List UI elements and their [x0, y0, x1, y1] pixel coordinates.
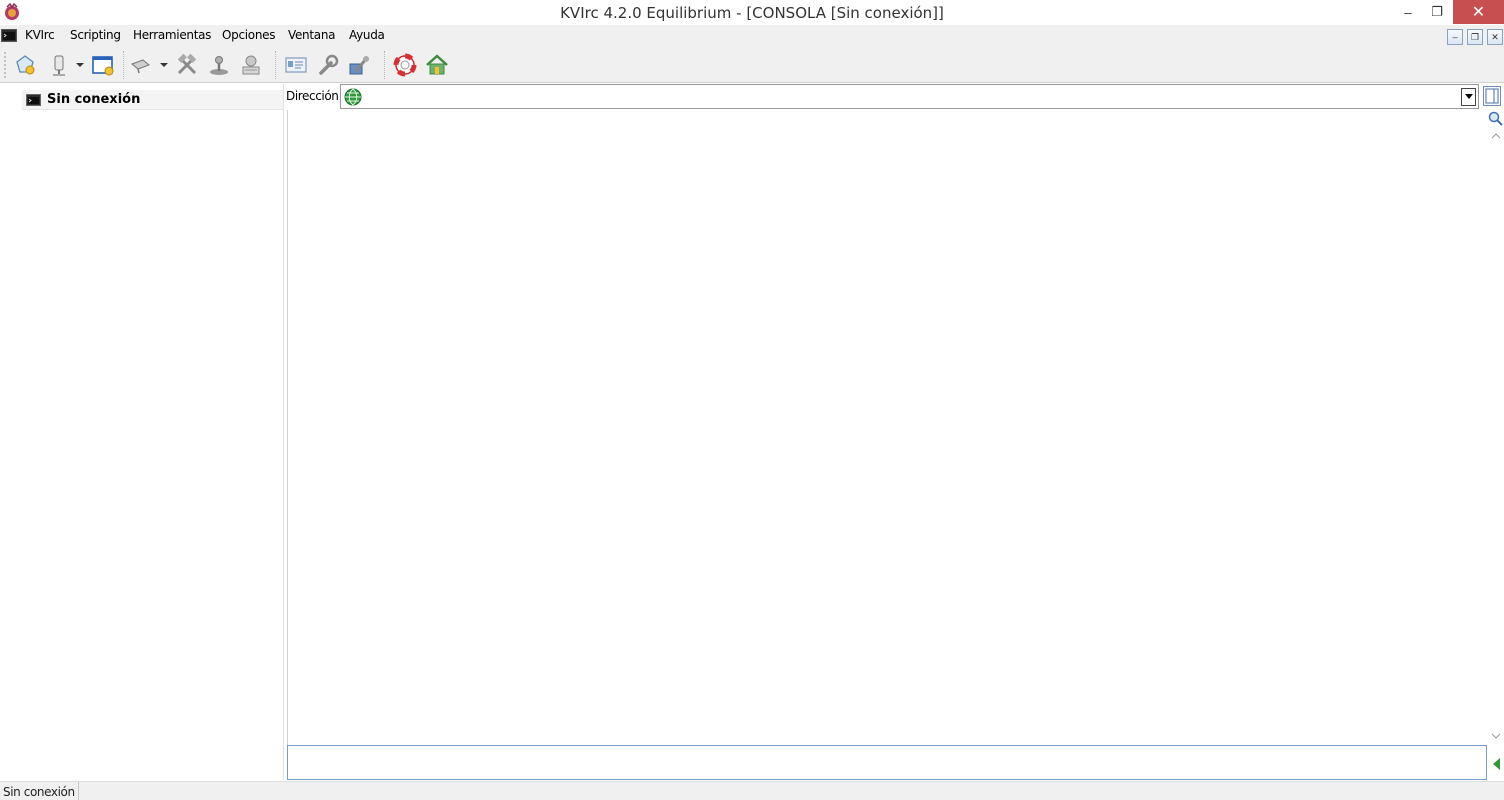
tree-item-console[interactable]: Sin conexión	[22, 90, 283, 110]
new-window-button[interactable]	[90, 52, 116, 78]
new-window-icon	[92, 56, 114, 76]
joystick-button[interactable]	[206, 52, 232, 78]
status-bar: Sin conexión	[0, 781, 1504, 800]
address-dropdown-button[interactable]	[1461, 88, 1476, 106]
menu-herramientas[interactable]: Herramientas	[133, 28, 211, 42]
command-input-container	[287, 745, 1487, 780]
chevron-down-icon	[1464, 94, 1473, 99]
new-connection-button[interactable]	[12, 52, 38, 78]
new-connection-icon	[16, 55, 35, 75]
send-arrow-icon[interactable]	[1492, 758, 1501, 770]
actions-icon	[131, 59, 150, 74]
address-combobox[interactable]	[340, 84, 1479, 109]
chevron-down-icon[interactable]	[76, 61, 84, 69]
toolbar-separator	[384, 51, 385, 79]
mdi-minimize-button[interactable]: –	[1447, 29, 1463, 45]
computer-icon	[242, 55, 260, 75]
theme-icon	[349, 56, 369, 75]
help-lifebuoy-icon	[393, 53, 417, 77]
toolbar-grip[interactable]	[4, 52, 7, 78]
mdi-restore-button[interactable]: ❐	[1467, 29, 1483, 45]
menu-ayuda[interactable]: Ayuda	[349, 28, 385, 42]
theme-button[interactable]	[346, 52, 372, 78]
connection-status: Sin conexión	[0, 782, 79, 800]
search-icon[interactable]	[1488, 111, 1503, 126]
tools-icon	[177, 53, 197, 75]
console-icon	[26, 94, 41, 106]
maximize-button[interactable]: ❐	[1422, 0, 1452, 24]
window-title: KVIrc 4.2.0 Equilibrium - [CONSOLA [Sin …	[560, 4, 944, 22]
mdi-close-button[interactable]: ✕	[1487, 29, 1503, 45]
tree-item-label: Sin conexión	[47, 92, 141, 107]
output-side-column	[1487, 110, 1504, 780]
command-input[interactable]	[288, 746, 1486, 779]
list-panel-icon	[1485, 88, 1499, 104]
connect-button[interactable]	[46, 52, 72, 78]
console-window-icon[interactable]	[1, 29, 17, 42]
identity-button[interactable]	[283, 52, 309, 78]
close-button[interactable]: ✕	[1453, 0, 1504, 24]
identity-icon	[285, 57, 307, 73]
address-label: Dirección:	[286, 89, 343, 103]
console-output[interactable]	[287, 110, 1487, 745]
main-toolbar	[0, 46, 1504, 83]
tools-button[interactable]	[174, 52, 200, 78]
menu-ventana[interactable]: Ventana	[288, 28, 335, 42]
joystick-icon	[210, 56, 228, 75]
actions-button[interactable]	[128, 52, 154, 78]
window-tree-panel: Sin conexión	[0, 84, 284, 780]
menu-scripting[interactable]: Scripting	[70, 28, 121, 42]
computer-button[interactable]	[238, 52, 264, 78]
menu-opciones[interactable]: Opciones	[222, 28, 275, 42]
chevron-down-icon[interactable]	[1491, 732, 1501, 740]
home-icon	[426, 54, 448, 75]
globe-icon	[344, 88, 362, 106]
toolbar-separator	[275, 51, 276, 79]
user-list-toggle-button[interactable]	[1483, 86, 1501, 106]
connect-icon	[53, 55, 65, 76]
chevron-down-icon[interactable]	[160, 61, 168, 69]
options-wrench-icon	[319, 54, 339, 75]
chevron-up-icon[interactable]	[1491, 132, 1501, 140]
menu-bar: KVIrc Scripting Herramientas Opciones Ve…	[0, 25, 1504, 46]
title-bar: KVIrc 4.2.0 Equilibrium - [CONSOLA [Sin …	[0, 0, 1504, 25]
home-button[interactable]	[424, 52, 450, 78]
menu-kvirc[interactable]: KVIrc	[25, 28, 55, 42]
minimize-button[interactable]: –	[1393, 0, 1423, 24]
address-input[interactable]	[365, 88, 1455, 106]
toolbar-separator	[123, 51, 124, 79]
help-button[interactable]	[392, 52, 418, 78]
options-button[interactable]	[315, 52, 341, 78]
